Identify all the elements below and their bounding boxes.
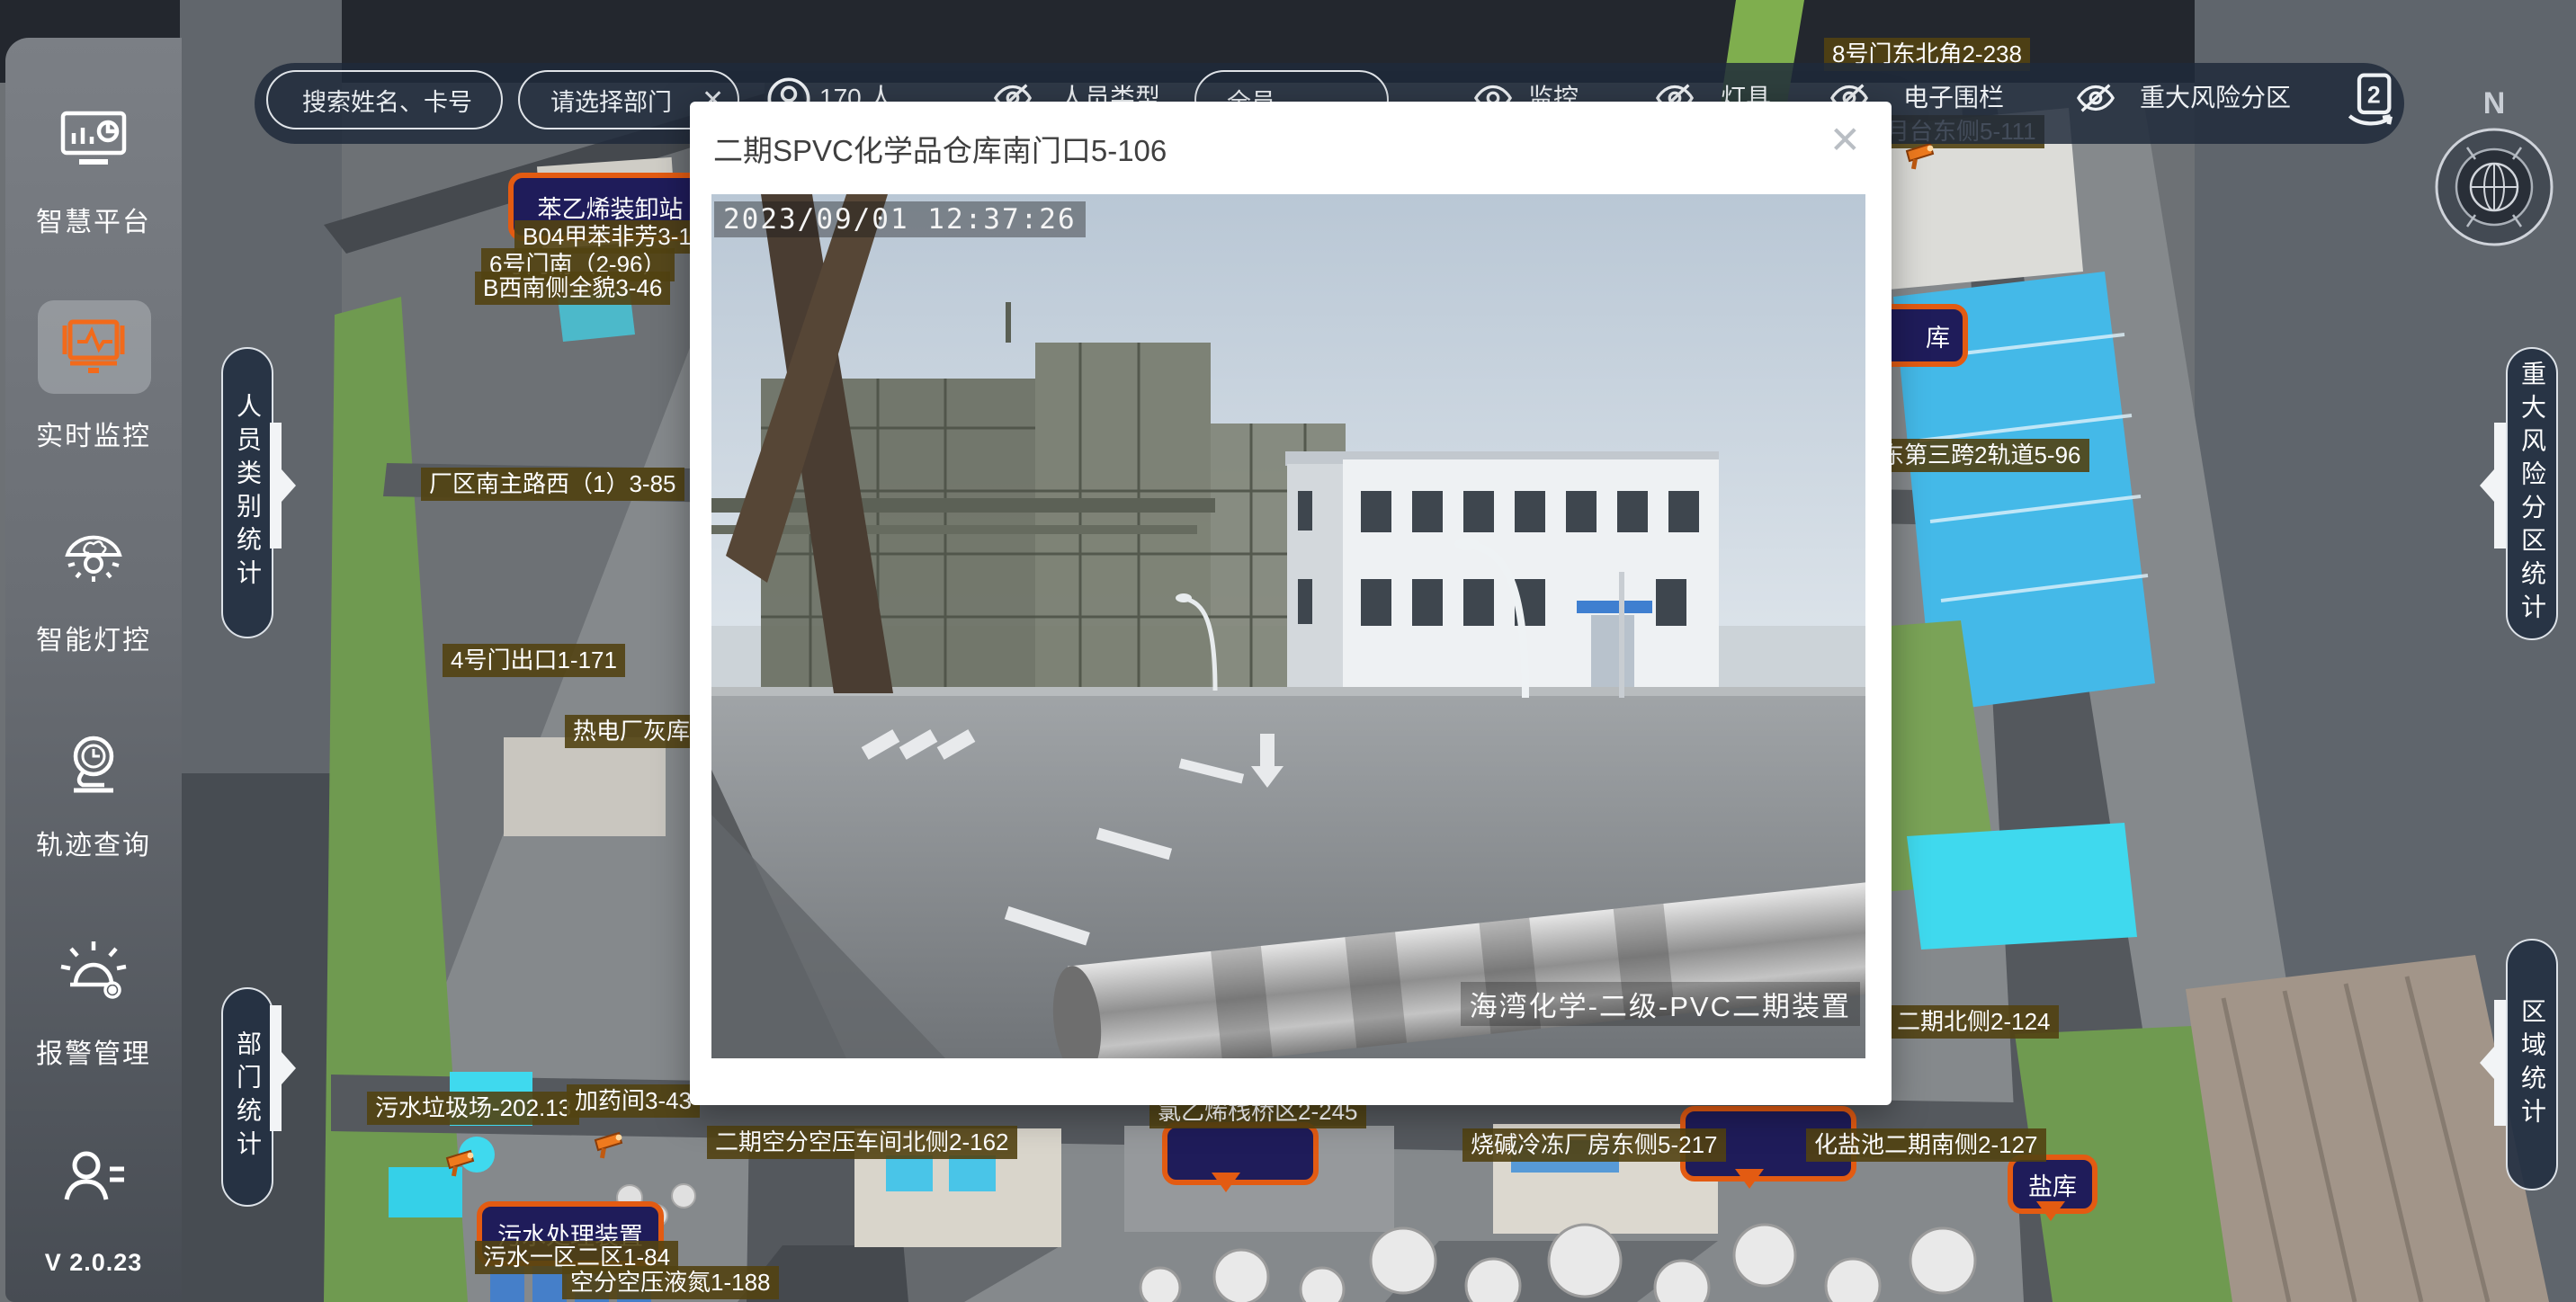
map-camera-label[interactable]: 污水垃圾场-202.13 bbox=[367, 1092, 579, 1125]
user-list-icon[interactable] bbox=[5, 1147, 182, 1211]
map-poi-marker[interactable]: 盐库 bbox=[2008, 1155, 2097, 1214]
sidebar-item-label: 智能灯控 bbox=[5, 618, 182, 657]
expand-arrow-icon[interactable] bbox=[2479, 423, 2506, 548]
expand-arrow-icon[interactable] bbox=[270, 423, 297, 548]
expand-arrow-icon[interactable] bbox=[270, 1005, 297, 1131]
brand-logo-icon bbox=[5, 108, 182, 172]
close-icon[interactable]: ✕ bbox=[1829, 121, 1861, 159]
map-camera-label[interactable]: 厂区南主路西（1）3-85 bbox=[421, 468, 684, 501]
alarm-manage-icon[interactable] bbox=[5, 938, 182, 1007]
map-camera-label[interactable]: 化盐池二期南侧2-127 bbox=[1806, 1128, 2046, 1162]
camera-watermark: 海湾化学-二级-PVC二期装置 bbox=[1461, 982, 1860, 1026]
sidebar-item-label: 轨迹查询 bbox=[5, 823, 182, 862]
map-camera-label[interactable]: 空分空压液氮1-188 bbox=[562, 1266, 779, 1299]
camera-snapshot: 2023/09/01 12:37:26 海湾化学-二级-PVC二期装置 bbox=[711, 194, 1865, 1058]
svg-text:2: 2 bbox=[2367, 81, 2381, 108]
sidebar: 智慧平台 实时监控 智能灯控 轨迹查询 bbox=[5, 38, 182, 1302]
smart-light-icon[interactable] bbox=[5, 524, 182, 590]
app-version: V 2.0.23 bbox=[5, 1249, 182, 1277]
track-query-icon[interactable] bbox=[5, 733, 182, 804]
expand-arrow-icon[interactable] bbox=[2479, 1000, 2506, 1126]
toggle-label-efence[interactable]: 电子围栏 bbox=[1903, 85, 2004, 111]
map-camera-label[interactable]: 加药间3-43 bbox=[567, 1084, 700, 1118]
screen-switch-icon[interactable]: 2 bbox=[2341, 70, 2399, 138]
cctv-camera-icon[interactable] bbox=[445, 1149, 483, 1184]
risk-zone-eye-off-icon[interactable] bbox=[2073, 77, 2118, 123]
tab-department-stats[interactable]: 部门统计 bbox=[221, 987, 273, 1207]
cctv-camera-icon[interactable] bbox=[594, 1131, 631, 1166]
map-camera-label[interactable]: 4号门出口1-171 bbox=[443, 644, 625, 677]
compass[interactable]: N bbox=[2428, 86, 2560, 266]
camera-timestamp: 2023/09/01 12:37:26 bbox=[714, 201, 1086, 237]
brand-label: 智慧平台 bbox=[5, 200, 182, 239]
map-camera-label[interactable]: 二期北侧2-124 bbox=[1889, 1005, 2059, 1039]
map-camera-label[interactable]: 热电厂灰库 bbox=[565, 715, 698, 748]
sidebar-item-label: 报警管理 bbox=[5, 1031, 182, 1071]
tab-major-risk-zone-stats[interactable]: 重大风险分区统计 bbox=[2506, 347, 2558, 640]
tab-area-stats[interactable]: 区域统计 bbox=[2506, 939, 2558, 1191]
modal-title: 二期SPVC化学品仓库南门口5-106 bbox=[713, 127, 1167, 170]
cctv-camera-icon[interactable] bbox=[1905, 142, 1943, 177]
compass-north-label: N bbox=[2428, 86, 2560, 121]
realtime-monitor-icon bbox=[5, 315, 182, 382]
map-camera-label[interactable]: B西南侧全貌3-46 bbox=[475, 272, 670, 305]
map-poi-marker[interactable] bbox=[1162, 1122, 1319, 1185]
map-camera-label[interactable]: 二期空分空压车间北侧2-162 bbox=[707, 1126, 1017, 1159]
map-camera-label[interactable]: 烧碱冷冻厂房东侧5-217 bbox=[1462, 1128, 1726, 1162]
search-input[interactable]: 搜索姓名、卡号 bbox=[266, 70, 503, 129]
toggle-label-risk-zone[interactable]: 重大风险分区 bbox=[2140, 85, 2291, 111]
tab-personnel-category-stats[interactable]: 人员类别统计 bbox=[221, 347, 273, 638]
camera-modal: 二期SPVC化学品仓库南门口5-106 ✕ bbox=[690, 102, 1892, 1105]
sidebar-item-label: 实时监控 bbox=[5, 414, 182, 453]
map-camera-label[interactable]: 东第三跨2轨道5-96 bbox=[1873, 439, 2089, 472]
